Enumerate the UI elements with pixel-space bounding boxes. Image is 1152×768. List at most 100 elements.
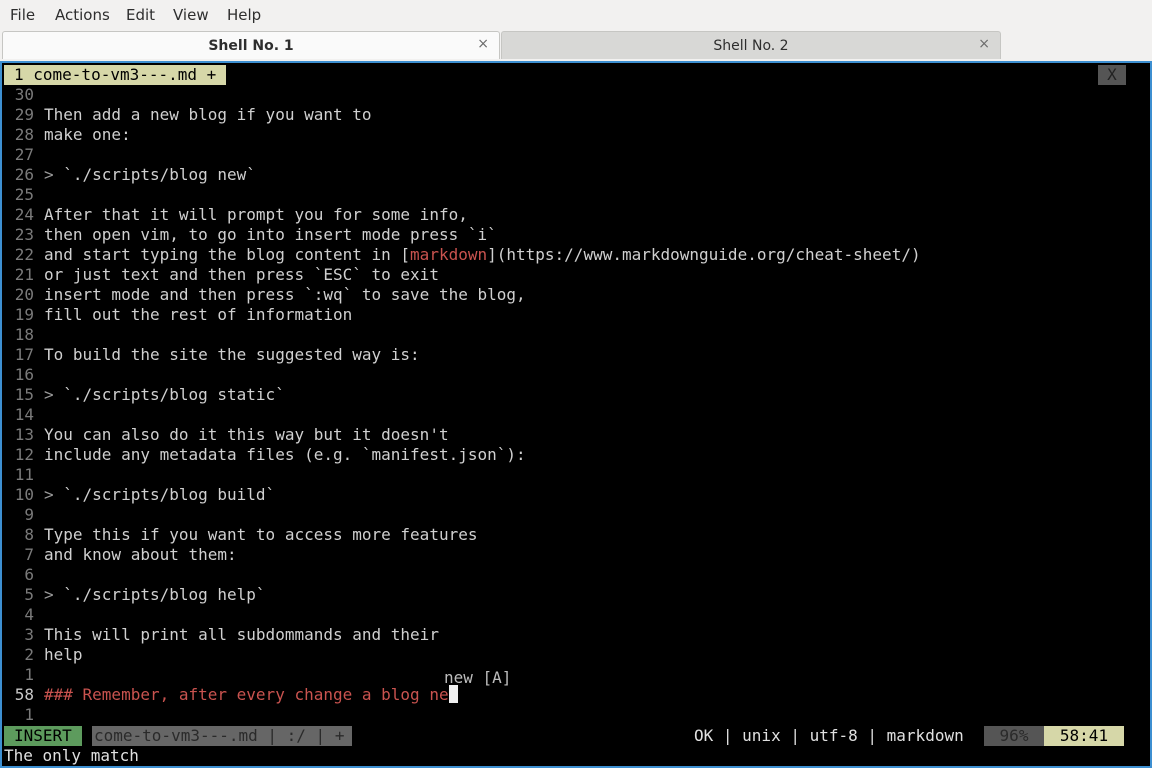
menu-edit[interactable]: Edit	[126, 6, 155, 24]
line-text: fill out the rest of information	[44, 305, 352, 324]
text-segment: `./scripts/blog help`	[63, 585, 266, 604]
editor-line[interactable]: 6	[4, 565, 44, 585]
text-segment: fill out the rest of information	[44, 305, 353, 324]
command-line: The only match	[4, 746, 139, 765]
line-number: 16	[14, 365, 34, 384]
line-text: After that it will prompt you for some i…	[44, 205, 468, 224]
editor-line[interactable]: 21 or just text and then press `ESC` to e…	[4, 265, 439, 285]
editor-line[interactable]: 14	[4, 405, 44, 425]
text-segment: and start typing the blog content in [	[44, 245, 411, 264]
editor-line[interactable]: 13 You can also do it this way but it doe…	[4, 425, 449, 445]
text-segment: Then add a new blog if you want to	[44, 105, 372, 124]
line-number: 2	[24, 645, 34, 664]
menubar: File Actions Edit View Help	[0, 0, 1152, 30]
line-number: 27	[14, 145, 34, 164]
editor-line[interactable]: 4	[4, 605, 44, 625]
file-format-info: OK | unix | utf-8 | markdown	[694, 726, 964, 745]
menu-actions[interactable]: Actions	[55, 6, 110, 24]
tab-shell-1[interactable]: Shell No. 1 ×	[2, 31, 500, 59]
line-text: make one:	[44, 125, 131, 144]
editor-line[interactable]: 7 and know about them:	[4, 545, 237, 565]
line-text: and start typing the blog content in [ma…	[44, 245, 921, 264]
editor-line[interactable]: 26 > `./scripts/blog new`	[4, 165, 256, 185]
line-text: or just text and then press `ESC` to exi…	[44, 265, 439, 284]
editor-line[interactable]: 10 > `./scripts/blog build`	[4, 485, 275, 505]
line-number: 23	[14, 225, 34, 244]
text-segment: or just text and then press `ESC` to exi…	[44, 265, 439, 284]
editor-line[interactable]: 1	[4, 705, 44, 725]
text-segment: To build the site the suggested way is:	[44, 345, 420, 364]
line-text: help	[44, 645, 83, 664]
text-segment: Type this if you want to access more fea…	[44, 525, 478, 544]
text-segment: >	[44, 485, 64, 504]
editor-line[interactable]: 20 insert mode and then press `:wq` to sa…	[4, 285, 526, 305]
line-number: 3	[24, 625, 34, 644]
close-icon[interactable]: ×	[477, 36, 489, 52]
editor-line[interactable]: 9	[4, 505, 44, 525]
editor-line[interactable]: 22 and start typing the blog content in […	[4, 245, 921, 265]
editor-line[interactable]: 29 Then add a new blog if you want to	[4, 105, 372, 125]
completion-hint: new [A]	[444, 668, 512, 687]
editor-line[interactable]: 8 Type this if you want to access more fe…	[4, 525, 477, 545]
editor-line[interactable]: 24 After that it will prompt you for some…	[4, 205, 468, 225]
editor-line[interactable]: 1	[4, 665, 44, 685]
line-number: 5	[24, 585, 34, 604]
tab-label: Shell No. 2	[713, 38, 789, 54]
text-segment: `./scripts/blog build`	[63, 485, 276, 504]
editor-line[interactable]: 18	[4, 325, 44, 345]
editor-line[interactable]: 28 make one:	[4, 125, 131, 145]
line-text: include any metadata files (e.g. `manife…	[44, 445, 526, 464]
editor-line[interactable]: 19 fill out the rest of information	[4, 305, 353, 325]
line-number: 18	[14, 325, 34, 344]
line-text: > `./scripts/blog static`	[44, 385, 285, 404]
file-info: come-to-vm3---.md | :/ | +	[92, 726, 353, 746]
line-text: insert mode and then press `:wq` to save…	[44, 285, 526, 304]
tab-shell-2[interactable]: Shell No. 2 ×	[501, 31, 1001, 59]
text-segment: help	[44, 645, 83, 664]
tab-bar: Shell No. 1 × Shell No. 2 ×	[0, 30, 1152, 60]
line-number: 10	[14, 485, 34, 504]
line-text: and know about them:	[44, 545, 237, 564]
line-text: > `./scripts/blog new`	[44, 165, 256, 184]
line-number: 26	[14, 165, 34, 184]
editor-line[interactable]: 12 include any metadata files (e.g. `mani…	[4, 445, 526, 465]
editor-line[interactable]: 3 This will print all subdommands and the…	[4, 625, 439, 645]
buffer-tab[interactable]: 1 come-to-vm3---.md +	[4, 65, 227, 85]
line-number: 29	[14, 105, 34, 124]
line-text: You can also do it this way but it doesn…	[44, 425, 449, 444]
vim-buffer-line: 1 come-to-vm3---.md + X	[4, 65, 1148, 85]
line-number: 19	[14, 305, 34, 324]
line-text: > `./scripts/blog build`	[44, 485, 275, 504]
editor-line[interactable]: 2 help	[4, 645, 83, 665]
menu-view[interactable]: View	[173, 6, 209, 24]
editor-line[interactable]: 16	[4, 365, 44, 385]
text-segment: >	[44, 165, 64, 184]
line-number: 9	[24, 505, 34, 524]
editor-line[interactable]: 23 then open vim, to go into insert mode …	[4, 225, 497, 245]
menu-file[interactable]: File	[10, 6, 35, 24]
text-segment: This will print all subdommands and thei…	[44, 625, 439, 644]
editor-line[interactable]: 17 To build the site the suggested way is…	[4, 345, 420, 365]
text-segment: include any metadata files (e.g. `manife…	[44, 445, 526, 464]
text-segment: markdown	[410, 245, 488, 264]
text-segment: make one:	[44, 125, 131, 144]
editor-line[interactable]: 15 > `./scripts/blog static`	[4, 385, 285, 405]
scroll-percent: 96%	[984, 726, 1044, 746]
line-number: 21	[14, 265, 34, 284]
terminal-view[interactable]: 1 come-to-vm3---.md + X 30 29 Then add a n…	[0, 61, 1152, 768]
line-text: Type this if you want to access more fea…	[44, 525, 477, 544]
buffer-close-button[interactable]: X	[1098, 65, 1126, 85]
editor-line[interactable]: 25	[4, 185, 44, 205]
line-number: 8	[24, 525, 34, 544]
text-segment: `./scripts/blog new`	[63, 165, 256, 184]
line-text: ### Remember, after every change a blog …	[44, 685, 458, 704]
editor-line[interactable]: 30	[4, 85, 44, 105]
line-number: 14	[14, 405, 34, 424]
close-icon[interactable]: ×	[978, 36, 990, 52]
editor-line[interactable]: 27	[4, 145, 44, 165]
editor-line[interactable]: 58 ### Remember, after every change a blo…	[4, 685, 458, 705]
editor-line[interactable]: 5 > `./scripts/blog help`	[4, 585, 266, 605]
editor-line[interactable]: 11	[4, 465, 44, 485]
menu-help[interactable]: Help	[227, 6, 261, 24]
line-number: 11	[14, 465, 34, 484]
